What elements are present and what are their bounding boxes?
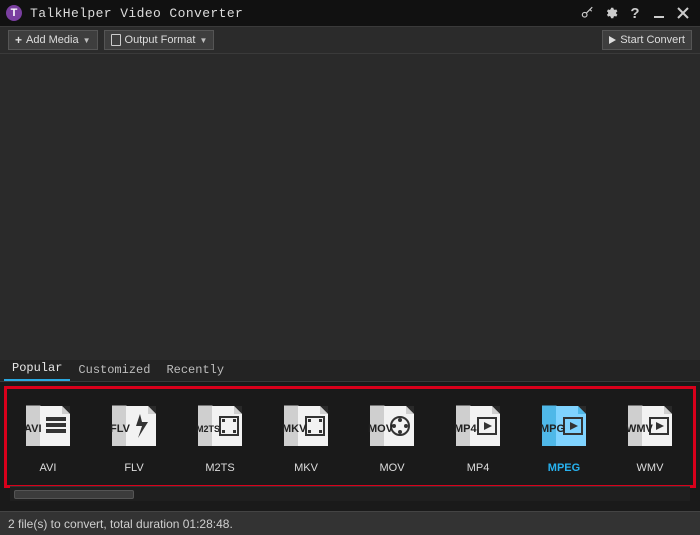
tab-label: Customized bbox=[78, 363, 150, 377]
statusbar: 2 file(s) to convert, total duration 01:… bbox=[0, 511, 700, 535]
format-label: MKV bbox=[294, 462, 318, 474]
play-icon bbox=[609, 36, 616, 44]
app-title: TalkHelper Video Converter bbox=[30, 6, 243, 21]
svg-text:MOV: MOV bbox=[368, 423, 394, 435]
toolbar: + Add Media ▼ Output Format ▼ Start Conv… bbox=[0, 26, 700, 54]
svg-text:AVI: AVI bbox=[24, 423, 42, 435]
svg-text:MPG: MPG bbox=[540, 423, 565, 435]
svg-text:FLV: FLV bbox=[110, 423, 131, 435]
gear-icon[interactable] bbox=[600, 2, 622, 24]
format-item-wmv[interactable]: WMV WMV bbox=[622, 398, 678, 474]
tab-label: Popular bbox=[12, 361, 62, 375]
help-icon[interactable]: ? bbox=[624, 2, 646, 24]
start-convert-button[interactable]: Start Convert bbox=[602, 30, 692, 50]
tab-customized[interactable]: Customized bbox=[70, 361, 158, 381]
status-text: 2 file(s) to convert, total duration 01:… bbox=[8, 517, 233, 531]
file-format-icon: MOV bbox=[364, 398, 420, 454]
document-icon bbox=[111, 34, 121, 46]
app-window: T TalkHelper Video Converter ? + Add Med… bbox=[0, 0, 700, 535]
horizontal-scrollbar[interactable] bbox=[10, 486, 690, 501]
format-label: MPEG bbox=[548, 462, 580, 474]
file-format-icon: MKV bbox=[278, 398, 334, 454]
format-item-mkv[interactable]: MKV MKV bbox=[278, 398, 334, 474]
chevron-down-icon: ▼ bbox=[83, 36, 91, 45]
scroll-thumb[interactable] bbox=[14, 490, 134, 499]
format-label: WMV bbox=[637, 462, 664, 474]
key-icon[interactable] bbox=[576, 2, 598, 24]
output-format-label: Output Format bbox=[125, 34, 196, 46]
file-format-icon: MP4 bbox=[450, 398, 506, 454]
file-format-icon: M2TS bbox=[192, 398, 248, 454]
tab-recently[interactable]: Recently bbox=[158, 361, 232, 381]
output-format-button[interactable]: Output Format ▼ bbox=[104, 30, 215, 50]
format-item-mpeg[interactable]: MPG MPEG bbox=[536, 398, 592, 474]
format-strip: AVI AVI FLV FLV M2TS M2TS MKV MKV bbox=[10, 392, 690, 486]
tab-label: Recently bbox=[166, 363, 224, 377]
format-item-mp4[interactable]: MP4 MP4 bbox=[450, 398, 506, 474]
minimize-icon[interactable] bbox=[648, 2, 670, 24]
file-format-icon: MPG bbox=[536, 398, 592, 454]
tab-popular[interactable]: Popular bbox=[4, 359, 70, 381]
add-media-label: Add Media bbox=[26, 34, 79, 46]
add-media-button[interactable]: + Add Media ▼ bbox=[8, 30, 98, 50]
svg-text:WMV: WMV bbox=[626, 423, 654, 435]
app-logo-icon: T bbox=[6, 5, 22, 21]
format-label: MP4 bbox=[467, 462, 490, 474]
close-icon[interactable] bbox=[672, 2, 694, 24]
format-label: AVI bbox=[40, 462, 57, 474]
chevron-down-icon: ▼ bbox=[199, 36, 207, 45]
plus-icon: + bbox=[15, 33, 22, 47]
file-format-icon: AVI bbox=[20, 398, 76, 454]
svg-text:M2TS: M2TS bbox=[196, 424, 220, 434]
titlebar: T TalkHelper Video Converter ? bbox=[0, 0, 700, 26]
file-format-icon: FLV bbox=[106, 398, 162, 454]
format-label: MOV bbox=[379, 462, 404, 474]
format-item-flv[interactable]: FLV FLV bbox=[106, 398, 162, 474]
format-panel: AVI AVI FLV FLV M2TS M2TS MKV MKV bbox=[0, 382, 700, 511]
format-item-avi[interactable]: AVI AVI bbox=[20, 398, 76, 474]
svg-text:MKV: MKV bbox=[282, 423, 307, 435]
start-convert-label: Start Convert bbox=[620, 34, 685, 46]
format-label: FLV bbox=[124, 462, 143, 474]
file-format-icon: WMV bbox=[622, 398, 678, 454]
svg-text:MP4: MP4 bbox=[454, 423, 478, 435]
format-label: M2TS bbox=[205, 462, 234, 474]
format-item-mov[interactable]: MOV MOV bbox=[364, 398, 420, 474]
format-item-m2ts[interactable]: M2TS M2TS bbox=[192, 398, 248, 474]
workspace-empty bbox=[0, 54, 700, 360]
format-tabs: Popular Customized Recently bbox=[0, 360, 700, 382]
